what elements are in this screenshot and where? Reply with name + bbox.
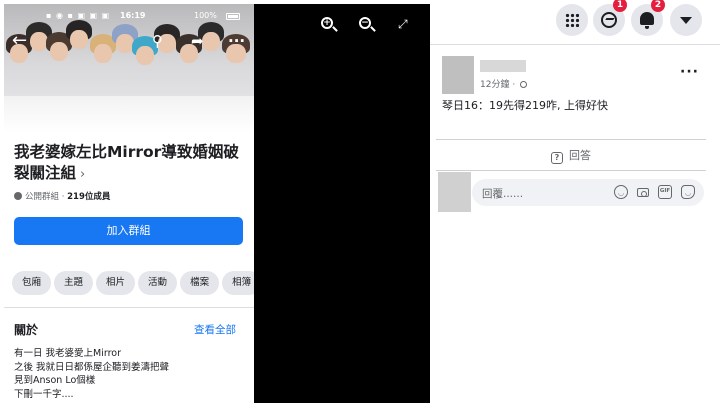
status-icons: ▪ ◉ ▪ ▣ ▣ ▣ bbox=[46, 11, 111, 20]
group-cover-photo: ▪ ◉ ▪ ▣ ▣ ▣ 16:19 100% ← ⚲ ➦ ··· bbox=[4, 4, 254, 132]
more-options-icon[interactable]: ··· bbox=[680, 64, 699, 80]
group-meta: 公開群組 · 219位成員 bbox=[14, 190, 110, 202]
chip-tab[interactable]: 相簿 bbox=[222, 271, 254, 295]
group-privacy: 公開群組 · bbox=[25, 192, 68, 202]
reply-button[interactable]: ? 回答 bbox=[436, 144, 706, 168]
emoji-icon[interactable]: ◡ bbox=[614, 185, 628, 199]
post-body: 琴日16：19先得219咋, 上得好快 bbox=[442, 99, 608, 112]
camera-icon[interactable] bbox=[636, 185, 650, 199]
comment-placeholder: 回覆...... bbox=[482, 188, 524, 200]
status-time: 16:19 bbox=[120, 11, 146, 20]
see-all-link[interactable]: 查看全部 bbox=[194, 322, 236, 337]
more-icon[interactable]: ··· bbox=[228, 34, 245, 49]
chevron-right-icon[interactable]: › bbox=[80, 167, 85, 182]
account-button[interactable] bbox=[670, 4, 702, 36]
back-arrow-icon[interactable]: ← bbox=[12, 32, 27, 50]
chip-tab[interactable]: 檔案 bbox=[180, 271, 220, 295]
about-description: 有一日 我老婆愛上Mirror 之後 我就日日都係屋企聽到姜濤把聲 見到Anso… bbox=[14, 347, 244, 401]
post-timestamp[interactable]: 12分鐘 · bbox=[480, 77, 528, 90]
photo-viewer: + − ⤢ bbox=[254, 4, 430, 403]
comment-input[interactable]: 回覆...... ◡ GIF ◡ bbox=[472, 179, 704, 206]
messenger-badge: 1 bbox=[613, 0, 627, 12]
screenshot-composite: ▪ ◉ ▪ ▣ ▣ ▣ 16:19 100% ← ⚲ ➦ ··· 我老婆嫁左比M… bbox=[0, 0, 720, 405]
sticker-icon[interactable]: ◡ bbox=[681, 185, 695, 199]
gif-icon[interactable]: GIF bbox=[658, 185, 672, 199]
status-battery-text: 100% bbox=[194, 11, 217, 20]
globe-icon bbox=[520, 81, 528, 88]
menu-button[interactable] bbox=[556, 4, 588, 36]
join-group-button[interactable]: 加入群組 bbox=[14, 217, 243, 245]
group-tabs: 包廂 主題 相片 活動 檔案 相簿 bbox=[12, 270, 254, 296]
about-line: 有一日 我老婆愛上Mirror bbox=[14, 348, 122, 359]
about-line: 下刪一千字.... bbox=[14, 388, 74, 400]
notifications-badge: 2 bbox=[651, 0, 665, 12]
phone-status-bar: ▪ ◉ ▪ ▣ ▣ ▣ 16:19 100% bbox=[4, 8, 254, 24]
avatar[interactable] bbox=[442, 56, 474, 94]
globe-icon bbox=[14, 192, 22, 200]
messenger-icon bbox=[601, 12, 617, 28]
about-line: 之後 我就日日都係屋企聽到姜濤把聲 bbox=[14, 361, 170, 373]
bell-icon bbox=[640, 12, 654, 29]
reply-label: 回答 bbox=[569, 149, 591, 162]
group-member-count: 219位成員 bbox=[67, 192, 111, 202]
grid-menu-icon bbox=[565, 13, 579, 27]
post-time-text: 12分鐘 · bbox=[480, 80, 519, 90]
divider bbox=[436, 170, 706, 171]
author-name-redacted[interactable] bbox=[480, 60, 526, 72]
divider bbox=[4, 307, 254, 308]
chip-tab[interactable]: 包廂 bbox=[12, 271, 52, 295]
post-side-panel: 1 2 12分鐘 · ··· 琴日16：19先得219咋, 上得好快 ? 回答 回… bbox=[430, 0, 720, 405]
divider bbox=[430, 44, 720, 45]
divider bbox=[436, 139, 706, 140]
chip-tab[interactable]: 活動 bbox=[138, 271, 178, 295]
comment-avatar bbox=[438, 172, 471, 212]
fullscreen-icon[interactable]: ⤢ bbox=[398, 17, 408, 31]
about-line: 見到Anson Lo個樣 bbox=[14, 375, 96, 386]
battery-icon bbox=[226, 13, 240, 20]
about-title: 關於 bbox=[14, 323, 39, 337]
group-name-text: 我老婆嫁左比Mirror導致婚姻破裂關注組 bbox=[14, 143, 239, 182]
chip-tab[interactable]: 主題 bbox=[54, 271, 94, 295]
share-icon[interactable]: ➦ bbox=[191, 34, 204, 49]
caret-down-icon bbox=[680, 17, 692, 24]
mobile-group-screenshot: ▪ ◉ ▪ ▣ ▣ ▣ 16:19 100% ← ⚲ ➦ ··· 我老婆嫁左比M… bbox=[4, 4, 254, 403]
chip-tab[interactable]: 相片 bbox=[96, 271, 136, 295]
question-icon: ? bbox=[551, 152, 563, 164]
search-icon[interactable]: ⚲ bbox=[152, 34, 163, 49]
group-name: 我老婆嫁左比Mirror導致婚姻破裂關注組 › bbox=[14, 142, 248, 185]
